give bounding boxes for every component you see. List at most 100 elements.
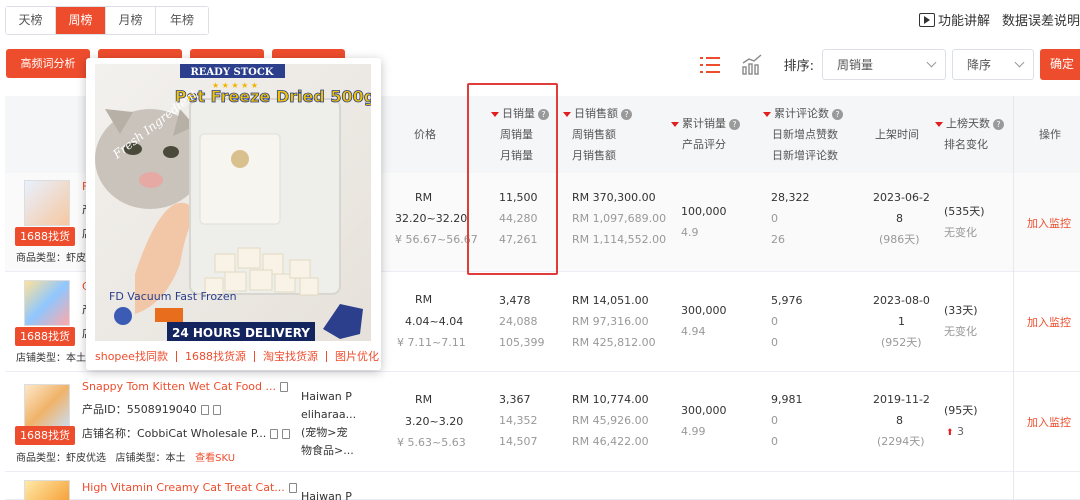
copy-icon[interactable] <box>270 429 279 439</box>
listing-date: 2019-11-2 <box>873 393 930 406</box>
total-sales: 100,000 <box>681 205 727 218</box>
daily-sales: 3,478 <box>499 294 531 307</box>
features-link[interactable]: 功能讲解 <box>918 10 990 29</box>
add-monitor-button[interactable]: 加入监控 <box>1027 412 1071 433</box>
total-reviews: 5,976 <box>771 294 803 307</box>
category-line2: 物食品>... <box>301 444 354 457</box>
table-row: Snappy Tom Kitten Wet Cat Food ... 产品ID：… <box>5 372 1080 472</box>
monthly-revenue: RM 425,812.00 <box>572 336 656 349</box>
copy-icon[interactable] <box>280 382 288 392</box>
header-new-likes: 日新增点赞数 <box>772 128 838 141</box>
product-title[interactable]: Snappy Tom Kitten Wet Cat Food ... <box>82 376 288 397</box>
shopee-same-link[interactable]: shopee找同款 <box>95 348 168 364</box>
product-title[interactable]: High Vitamin Creamy Cat Treat Cat... <box>82 477 297 498</box>
add-monitor-button[interactable]: 加入监控 <box>1027 213 1071 234</box>
view-sku-link[interactable]: 查看SKU <box>195 453 235 464</box>
daily-revenue: RM 14,051.00 <box>572 294 649 307</box>
image-optimize-link[interactable]: 图片优化 <box>335 348 379 364</box>
tab-month[interactable]: 月榜 <box>106 7 156 34</box>
new-likes: 0 <box>771 414 778 427</box>
product-type-line: 商品类型：虾皮优选 店铺类型：本土 查看SKU <box>16 453 236 464</box>
header-daily-revenue[interactable]: 日销售额? <box>563 103 632 124</box>
header-action: 操作 <box>1039 128 1061 141</box>
product-thumbnail[interactable] <box>24 480 70 500</box>
sort-desc-icon <box>935 121 943 127</box>
help-icon[interactable]: ? <box>621 108 632 120</box>
data-error-link[interactable]: 数据误差说明 <box>1002 10 1080 29</box>
days-on-list: (33天) <box>944 304 978 317</box>
find-source-1688-button[interactable]: 1688找货源 <box>15 327 75 362</box>
weekly-revenue: RM 45,926.00 <box>572 414 649 427</box>
price-currency: RM <box>415 293 433 306</box>
header-total-reviews[interactable]: 累计评论数? <box>763 103 843 124</box>
shop-type: 店铺类型：本土 <box>16 353 86 364</box>
copy-icon[interactable] <box>200 405 209 415</box>
confirm-button[interactable]: 确定 <box>1040 49 1080 80</box>
rank-change: 无变化 <box>944 226 977 239</box>
ready-stock-text: READY STOCK <box>190 67 273 78</box>
tab-day[interactable]: 天榜 <box>6 7 56 34</box>
weekly-sales: 14,352 <box>499 414 538 427</box>
sort-desc-icon <box>671 121 679 127</box>
listing-days: (2294天) <box>877 435 925 448</box>
monthly-revenue: RM 1,114,552.00 <box>572 233 667 246</box>
external-link-icon[interactable] <box>212 405 221 415</box>
listing-date-cont: 1 <box>898 315 905 328</box>
header-days-on-list[interactable]: 上榜天数? <box>935 113 1004 134</box>
help-icon[interactable]: ? <box>832 108 843 120</box>
product-thumbnail[interactable] <box>24 180 70 226</box>
header-total-sales[interactable]: 累计销量? <box>671 113 740 134</box>
table-row: High Vitamin Creamy Cat Treat Cat... Hai… <box>5 472 1080 500</box>
total-sales: 300,000 <box>681 304 727 317</box>
keyword-analysis-button[interactable]: 高频词分析 <box>6 49 90 78</box>
product-image-preview: READY STOCK ★ ★ ★ ★ ★ Pet Freeze Dried 5… <box>95 64 371 341</box>
daily-revenue: RM 10,774.00 <box>572 393 649 406</box>
new-reviews: 0 <box>771 336 778 349</box>
days-on-list: (95天) <box>944 404 978 417</box>
product-thumbnail[interactable] <box>24 384 70 430</box>
price-currency: RM <box>415 191 433 204</box>
sort-label: 排序: <box>783 59 814 74</box>
sort-order-select[interactable]: 降序 <box>952 49 1034 80</box>
taobao-source-link[interactable]: 淘宝找货源 <box>263 348 318 364</box>
new-likes: 0 <box>771 315 778 328</box>
total-reviews: 28,322 <box>771 191 810 204</box>
monthly-sales: 14,507 <box>499 435 538 448</box>
product-name-text: Pet Freeze Dried 500g <box>175 87 371 106</box>
daily-sales: 3,367 <box>499 393 531 406</box>
source-1688-link[interactable]: 1688找货源 <box>185 348 246 364</box>
product-thumbnail[interactable] <box>24 280 70 326</box>
listing-days: (952天) <box>881 336 922 349</box>
weekly-revenue: RM 1,097,689.00 <box>572 212 667 225</box>
header-weekly-revenue[interactable]: 周销售额 <box>572 124 616 145</box>
find-source-1688-button[interactable]: 1688找货源 <box>15 227 75 262</box>
external-link-icon[interactable] <box>282 429 291 439</box>
price-range: 3.20~3.20 <box>405 415 464 428</box>
popup-links: shopee找同款 1688找货源 淘宝找货源 图片优化 <box>95 348 379 364</box>
header-monthly-revenue[interactable]: 月销售额 <box>572 145 616 166</box>
sort-order-value: 降序 <box>967 58 992 72</box>
find-source-1688-button[interactable]: 1688找货源 <box>15 426 75 461</box>
add-monitor-button[interactable]: 加入监控 <box>1027 312 1071 333</box>
help-icon[interactable]: ? <box>729 118 740 130</box>
list-view-icon[interactable] <box>698 53 722 77</box>
daily-revenue: RM 370,300.00 <box>572 191 656 204</box>
arrow-up-icon: ⬆ <box>946 428 954 438</box>
total-reviews: 9,981 <box>771 393 803 406</box>
product-image-art: READY STOCK ★ ★ ★ ★ ★ Pet Freeze Dried 5… <box>95 64 371 341</box>
header-price[interactable]: 价格 <box>414 124 436 145</box>
image-preview-popup: READY STOCK ★ ★ ★ ★ ★ Pet Freeze Dried 5… <box>86 58 381 370</box>
sort-field-select[interactable]: 周销量 <box>822 49 946 80</box>
chart-view-icon[interactable] <box>740 53 764 77</box>
weekly-revenue: RM 97,316.00 <box>572 315 649 328</box>
listing-days: (986天) <box>879 233 920 246</box>
chevron-down-icon <box>1014 57 1025 68</box>
help-icon[interactable]: ? <box>993 118 1004 130</box>
copy-icon[interactable] <box>288 483 297 493</box>
tab-week[interactable]: 周榜 <box>56 7 106 34</box>
sort-field-value: 周销量 <box>837 58 874 72</box>
rating: 4.9 <box>681 226 699 239</box>
price-cny: ¥ 5.63~5.63 <box>397 436 466 449</box>
tab-year[interactable]: 年榜 <box>156 7 208 34</box>
days-on-list: (535天) <box>944 205 985 218</box>
